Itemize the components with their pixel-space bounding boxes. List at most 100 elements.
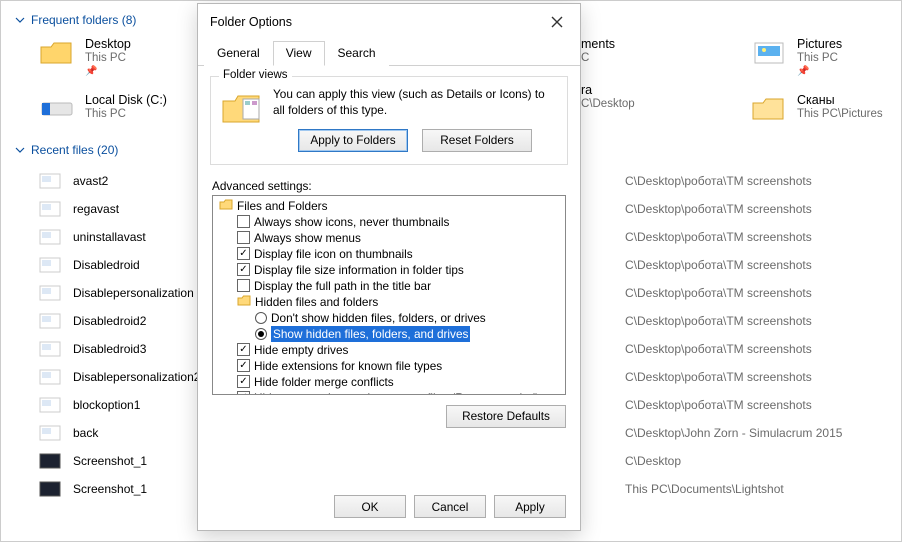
file-path: C\Desktop\John Zorn - Simulacrum 2015 [625, 426, 842, 440]
folder-views-text: You can apply this view (such as Details… [273, 87, 557, 119]
checkbox-icon [237, 359, 250, 372]
close-icon [551, 16, 563, 28]
tree-check-option[interactable]: Display file size information in folder … [215, 262, 563, 278]
folder-item-scans[interactable]: Сканы This PC\Pictures [751, 93, 887, 123]
folder-item-localdisk[interactable]: Local Disk (C:) This PC [39, 93, 175, 123]
checkbox-icon [237, 343, 250, 356]
checkbox-icon [237, 247, 250, 260]
image-file-icon [39, 200, 61, 218]
option-label: Hide empty drives [254, 342, 348, 358]
image-file-icon [39, 228, 61, 246]
option-label: Always show icons, never thumbnails [254, 214, 449, 230]
image-file-icon [39, 340, 61, 358]
folder-name: ra [581, 83, 635, 98]
folder-sub: This PC\Pictures [797, 108, 883, 122]
folder-sub: C [581, 52, 615, 66]
folder-sub: This PC [85, 52, 126, 64]
restore-defaults-button[interactable]: Restore Defaults [446, 405, 566, 428]
image-file-icon [39, 368, 61, 386]
folder-icon [219, 198, 233, 214]
screenshot-icon [39, 452, 61, 470]
image-file-icon [39, 424, 61, 442]
option-label: Hide extensions for known file types [254, 358, 442, 374]
folder-name: Desktop [85, 37, 131, 52]
option-label: Display file icon on thumbnails [254, 246, 413, 262]
folder-icon [751, 93, 787, 123]
file-path: C\Desktop [625, 454, 681, 468]
chevron-down-icon [15, 15, 25, 25]
folder-name: Сканы [797, 93, 883, 108]
folder-sub: This PC [797, 52, 842, 66]
folder-name: Local Disk (C:) [85, 93, 167, 108]
folder-views-icon [221, 87, 263, 130]
cancel-button[interactable]: Cancel [414, 495, 486, 518]
radio-icon [255, 328, 267, 340]
file-path: C\Desktop\робота\TM screenshots [625, 286, 812, 300]
file-path: C\Desktop\робота\TM screenshots [625, 174, 812, 188]
tab-view[interactable]: View [273, 41, 325, 66]
apply-to-folders-button[interactable]: Apply to Folders [298, 129, 408, 152]
reset-folders-button[interactable]: Reset Folders [422, 129, 532, 152]
image-file-icon [39, 396, 61, 414]
option-label: Display file size information in folder … [254, 262, 464, 278]
pin-icon: 📌 [85, 66, 131, 77]
folder-views-legend: Folder views [219, 69, 292, 81]
folder-item-pictures[interactable]: Pictures This PC 📌 [751, 37, 887, 77]
option-label: Don't show hidden files, folders, or dri… [271, 310, 486, 326]
tree-group: Hidden files and folders [215, 294, 563, 310]
pin-icon: 📌 [797, 66, 842, 77]
tree-check-option[interactable]: Display file icon on thumbnails [215, 246, 563, 262]
checkbox-icon [237, 263, 250, 276]
folder-views-group: Folder views You can apply this view (su… [210, 76, 568, 165]
checkbox-icon [237, 231, 250, 244]
tree-group: Files and Folders [215, 198, 563, 214]
advanced-settings-tree[interactable]: Files and FoldersAlways show icons, neve… [212, 195, 566, 395]
file-path: C\Desktop\робота\TM screenshots [625, 258, 812, 272]
dialog-title: Folder Options [210, 15, 292, 29]
folder-name: Pictures [797, 37, 842, 52]
option-label: Display the full path in the title bar [254, 278, 431, 294]
option-label: Hide folder merge conflicts [254, 374, 394, 390]
folder-item-desktop[interactable]: Desktop This PC 📌 [39, 37, 175, 77]
tree-check-option[interactable]: Hide folder merge conflicts [215, 374, 563, 390]
folder-options-dialog: Folder Options General View Search Folde… [197, 3, 581, 531]
screenshot-icon [39, 480, 61, 498]
checkbox-icon [237, 375, 250, 388]
dialog-button-row: OK Cancel Apply [198, 487, 580, 530]
pictures-icon [751, 37, 787, 67]
close-button[interactable] [542, 10, 572, 34]
dialog-tabs: General View Search [198, 34, 580, 66]
advanced-settings-label: Advanced settings: [212, 179, 566, 193]
apply-button[interactable]: Apply [494, 495, 566, 518]
folder-icon [39, 37, 75, 67]
section-title: Recent files (20) [31, 143, 118, 157]
ok-button[interactable]: OK [334, 495, 406, 518]
tree-check-option[interactable]: Hide extensions for known file types [215, 358, 563, 374]
folder-name: ments [581, 37, 615, 52]
image-file-icon [39, 256, 61, 274]
tree-check-option[interactable]: Display the full path in the title bar [215, 278, 563, 294]
file-path: C\Desktop\робота\TM screenshots [625, 370, 812, 384]
tree-check-option[interactable]: Always show menus [215, 230, 563, 246]
option-label: Always show menus [254, 230, 361, 246]
option-label: Show hidden files, folders, and drives [271, 326, 470, 342]
tree-check-option[interactable]: Always show icons, never thumbnails [215, 214, 563, 230]
tab-general[interactable]: General [204, 41, 273, 66]
dialog-titlebar: Folder Options [198, 4, 580, 34]
tree-radio-option[interactable]: Show hidden files, folders, and drives [215, 326, 563, 342]
image-file-icon [39, 284, 61, 302]
image-file-icon [39, 172, 61, 190]
folder-sub: This PC [85, 108, 167, 122]
radio-icon [255, 312, 267, 324]
tab-search[interactable]: Search [325, 41, 389, 66]
tree-radio-option[interactable]: Don't show hidden files, folders, or dri… [215, 310, 563, 326]
tree-check-option[interactable]: Hide empty drives [215, 342, 563, 358]
file-path: C\Desktop\робота\TM screenshots [625, 398, 812, 412]
chevron-down-icon [15, 145, 25, 155]
file-path: This PC\Documents\Lightshot [625, 482, 784, 496]
folder-icon [237, 294, 251, 310]
option-label: Files and Folders [237, 198, 327, 214]
checkbox-icon [237, 215, 250, 228]
section-title: Frequent folders (8) [31, 13, 136, 27]
file-path: C\Desktop\робота\TM screenshots [625, 342, 812, 356]
